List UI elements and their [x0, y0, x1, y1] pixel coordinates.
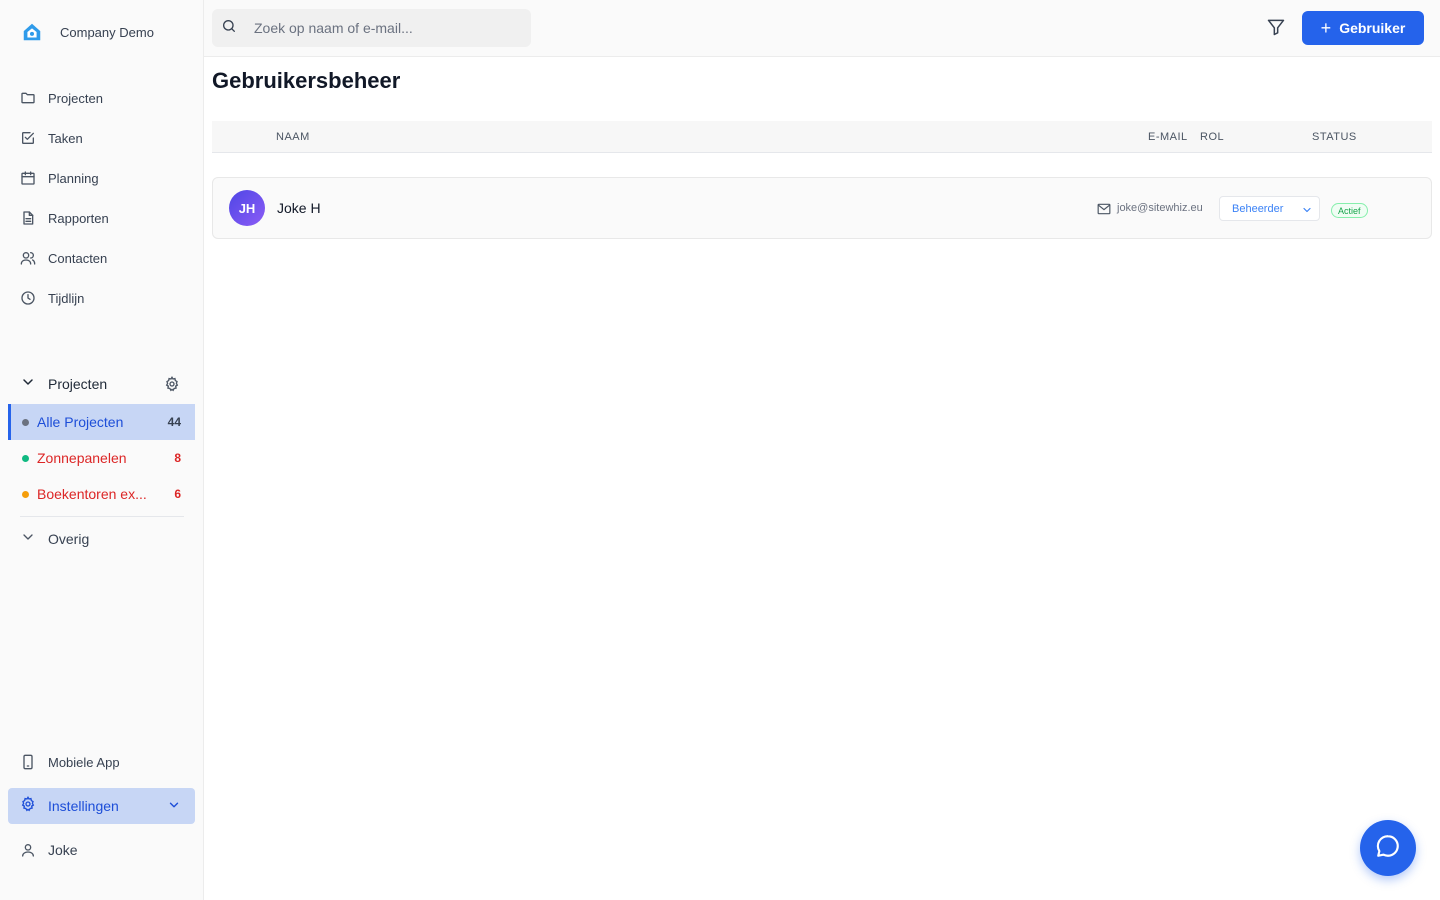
avatar: JH [229, 190, 265, 226]
sidebar-divider [20, 516, 184, 517]
filter-icon[interactable] [1266, 17, 1286, 37]
user-name: Joke H [277, 200, 321, 216]
project-label: Zonnepanelen [37, 450, 127, 466]
topbar: + Gebruiker [204, 0, 1440, 57]
document-icon [20, 210, 36, 226]
sidebar: Company Demo Projecten Taken Planning Ra… [0, 0, 204, 900]
other-section-toggle[interactable]: Overig [8, 523, 196, 555]
home-logo-icon [20, 20, 44, 44]
checkbox-icon [20, 130, 36, 146]
mail-icon [1097, 202, 1111, 215]
role-select[interactable]: Beheerder [1219, 196, 1320, 221]
search-box[interactable] [212, 9, 531, 47]
folder-icon [20, 90, 36, 106]
nav-item-label: Rapporten [48, 210, 109, 226]
nav-item-mobile-app[interactable]: Mobiele App [8, 744, 196, 780]
nav-item-label: Joke [48, 842, 78, 858]
nav-item-projecten[interactable]: Projecten [8, 80, 196, 116]
gear-icon [20, 795, 36, 817]
nav-item-taken[interactable]: Taken [8, 120, 196, 156]
nav-item-label: Planning [48, 170, 99, 186]
gear-icon[interactable] [164, 376, 180, 392]
table-header: NAAM E-MAIL ROL STATUS [212, 121, 1432, 153]
status-badge: Actief [1331, 203, 1368, 218]
user-row[interactable]: JH Joke H joke@sitewhiz.eu Beheerder Act… [212, 177, 1432, 239]
calendar-icon [20, 170, 36, 186]
projects-section-title: Projecten [48, 376, 108, 392]
clock-icon [20, 290, 36, 306]
nav-item-label: Taken [48, 130, 83, 146]
project-item-zonnepanelen[interactable]: Zonnepanelen 8 [8, 440, 195, 476]
phone-icon [20, 754, 36, 770]
project-count: 44 [167, 415, 181, 429]
projects-section-toggle[interactable]: Projecten [8, 368, 196, 400]
other-section-title: Overig [48, 531, 90, 547]
column-header-status[interactable]: STATUS [1312, 131, 1357, 143]
project-item-boekentoren[interactable]: Boekentoren ex... 6 [8, 476, 195, 512]
column-header-email[interactable]: E-MAIL [1148, 131, 1188, 143]
nav-item-label: Instellingen [48, 798, 119, 814]
search-input[interactable] [254, 20, 504, 36]
nav-item-tijdlijn[interactable]: Tijdlijn [8, 280, 196, 316]
project-label: Boekentoren ex... [37, 486, 147, 502]
column-header-role[interactable]: ROL [1200, 131, 1224, 143]
search-icon [221, 18, 237, 39]
user-email[interactable]: joke@sitewhiz.eu [1117, 202, 1203, 214]
column-header-name[interactable]: NAAM [276, 131, 310, 143]
add-user-button[interactable]: + Gebruiker [1302, 11, 1424, 45]
brand[interactable]: Company Demo [20, 20, 154, 44]
nav-item-contacten[interactable]: Contacten [8, 240, 196, 276]
role-select-value: Beheerder [1232, 202, 1284, 215]
project-count: 8 [174, 451, 181, 465]
nav-item-label: Tijdlijn [48, 290, 85, 306]
project-label: Alle Projecten [37, 414, 124, 430]
chevron-down-icon [20, 374, 36, 395]
chevron-down-icon [1301, 203, 1313, 215]
nav-item-label: Contacten [48, 250, 108, 266]
chat-button[interactable] [1360, 820, 1416, 876]
nav-item-user[interactable]: Joke [8, 832, 196, 868]
nav-item-label: Projecten [48, 90, 103, 106]
nav-item-instellingen[interactable]: Instellingen [8, 788, 195, 824]
add-user-label: Gebruiker [1339, 20, 1406, 36]
project-count: 6 [174, 487, 181, 501]
plus-icon: + [1320, 18, 1332, 38]
users-icon [20, 250, 36, 266]
user-icon [20, 842, 36, 858]
page-title: Gebruikersbeheer [212, 68, 401, 93]
chat-bubble-icon [1375, 833, 1401, 864]
project-color-dot [22, 418, 29, 426]
project-item-alle-projecten[interactable]: Alle Projecten 44 [8, 404, 195, 440]
project-color-dot [22, 490, 29, 498]
nav-item-label: Mobiele App [48, 754, 120, 770]
company-name: Company Demo [60, 24, 154, 40]
nav-item-rapporten[interactable]: Rapporten [8, 200, 196, 236]
nav-item-planning[interactable]: Planning [8, 160, 196, 196]
chevron-down-icon [167, 798, 181, 812]
chevron-down-icon [20, 529, 36, 550]
project-color-dot [22, 454, 29, 462]
